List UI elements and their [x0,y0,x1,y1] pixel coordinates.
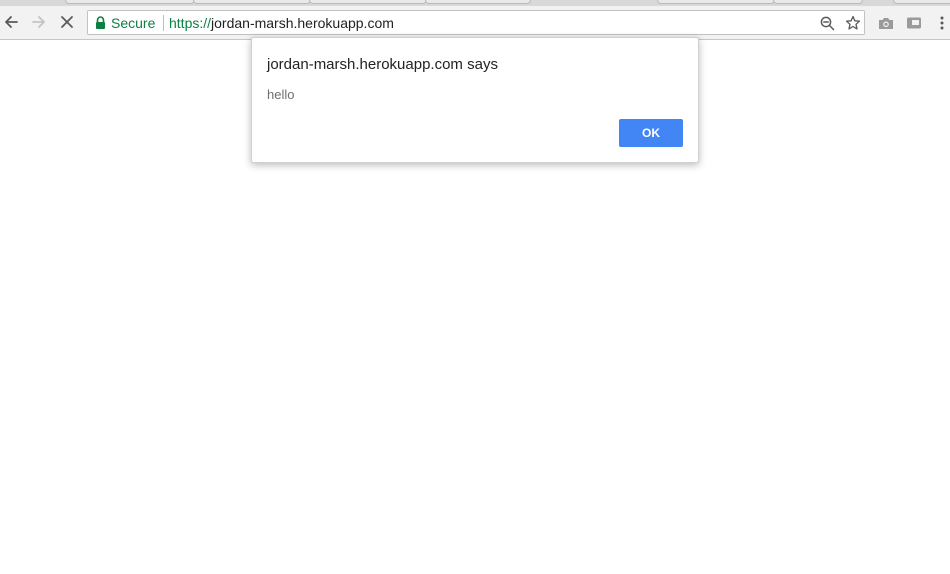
stop-button[interactable] [56,11,78,33]
dialog-title: jordan-marsh.herokuapp.com says [267,56,498,73]
arrow-right-icon [32,16,45,28]
forward-button[interactable] [28,11,50,33]
address-bar[interactable]: Secure https://jordan-marsh.herokuapp.co… [87,10,865,35]
ok-button[interactable]: OK [619,119,683,147]
zoom-out-icon [820,16,834,30]
secure-label: Secure [111,15,156,31]
url-host: jordan-marsh.herokuapp.com [211,15,394,31]
lock-icon [96,16,105,29]
camera-extension-button[interactable] [877,14,895,32]
url-text[interactable]: https://jordan-marsh.herokuapp.com [169,15,394,31]
kebab-menu-icon [940,16,944,30]
browser-menu-button[interactable] [933,14,950,32]
browser-tab[interactable] [893,0,950,4]
omnibox-divider [163,15,164,31]
browser-tab[interactable] [657,0,775,4]
browser-tab[interactable] [773,0,863,4]
camera-icon [879,18,893,29]
browser-tab[interactable] [65,0,195,4]
back-button[interactable] [0,11,22,33]
close-icon [61,16,73,28]
zoom-button[interactable] [819,15,835,31]
bookmark-button[interactable] [845,15,861,31]
url-scheme: https:// [169,15,212,31]
browser-toolbar: Secure https://jordan-marsh.herokuapp.co… [0,6,950,40]
alert-dialog: jordan-marsh.herokuapp.com says hello OK [251,37,699,163]
dialog-message: hello [267,87,295,102]
cast-extension-button[interactable] [905,14,923,32]
arrow-left-icon [5,16,18,28]
browser-tab[interactable] [309,0,427,4]
browser-tab[interactable] [193,0,311,4]
cast-icon [907,17,921,29]
star-icon [845,15,861,30]
browser-tab[interactable] [425,0,531,4]
